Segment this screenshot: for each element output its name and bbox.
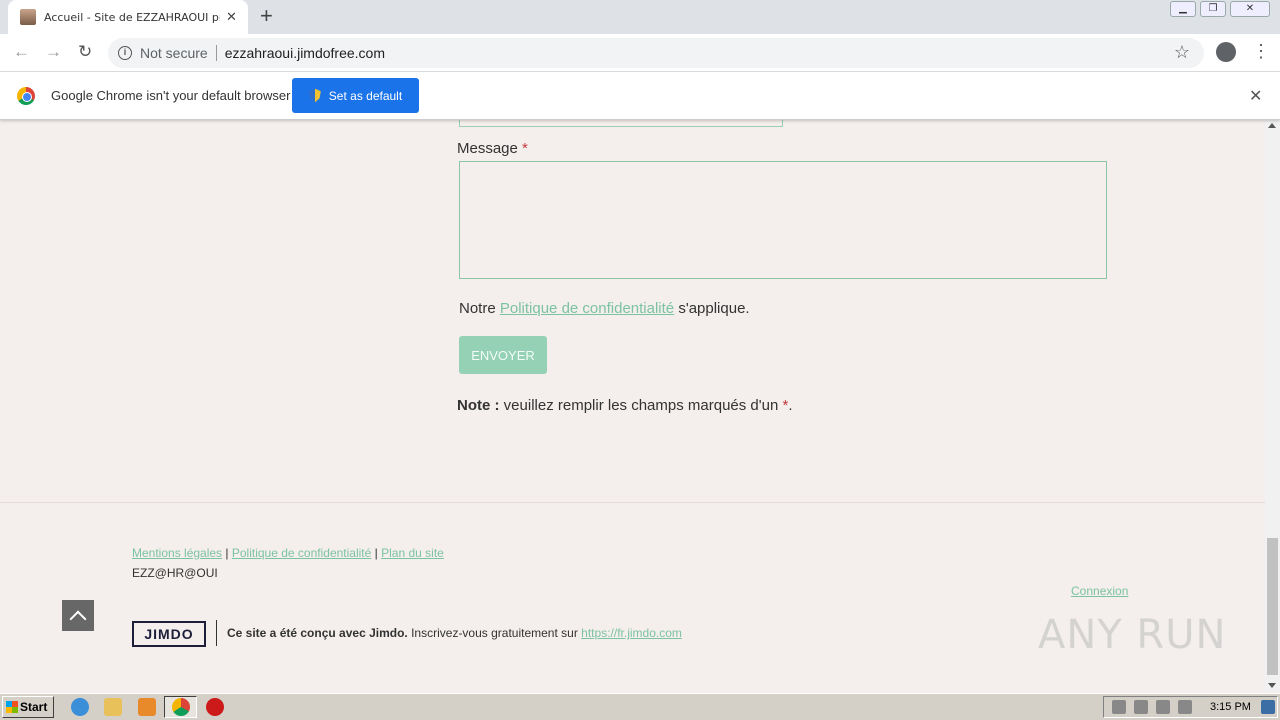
url-text[interactable]: ezzahraoui.jimdofree.com xyxy=(225,45,385,61)
volume-icon[interactable] xyxy=(1134,700,1148,714)
windows-taskbar: Start 3:15 PM xyxy=(0,693,1280,720)
jimdo-separator xyxy=(216,620,217,646)
scroll-up-icon[interactable] xyxy=(1268,123,1276,128)
legal-notice-link[interactable]: Mentions légales xyxy=(132,546,222,560)
scroll-to-top-button[interactable] xyxy=(62,600,94,631)
footer-privacy-link[interactable]: Politique de confidentialité xyxy=(232,546,371,560)
privacy-notice: Notre Politique de confidentialité s'app… xyxy=(459,300,750,317)
infobar-message: Google Chrome isn't your default browser xyxy=(51,88,291,103)
previous-input-field[interactable] xyxy=(459,120,783,127)
chrome-icon xyxy=(172,698,190,716)
network-icon[interactable] xyxy=(1156,700,1170,714)
tray-arrow-icon[interactable] xyxy=(1112,700,1126,714)
shield-icon xyxy=(308,88,321,103)
footer-links: Mentions légales | Politique de confiden… xyxy=(132,546,444,560)
system-tray: 3:15 PM xyxy=(1103,696,1278,718)
vertical-scrollbar[interactable] xyxy=(1265,120,1280,691)
clock[interactable]: 3:15 PM xyxy=(1210,701,1251,713)
set-default-label: Set as default xyxy=(328,88,403,103)
forward-icon[interactable]: → xyxy=(45,42,62,62)
favicon-icon xyxy=(20,9,36,25)
required-mark: * xyxy=(522,140,528,157)
anyrun-watermark: ANY RUN xyxy=(1038,612,1227,658)
site-name: EZZ@HR@OUI xyxy=(132,566,218,580)
tab-close-icon[interactable]: ✕ xyxy=(226,9,237,25)
jimdo-logo[interactable]: JIMDO xyxy=(132,621,206,647)
jimdo-link[interactable]: https://fr.jimdo.com xyxy=(581,626,682,640)
jimdo-credit: Ce site a été conçu avec Jimdo. Inscrive… xyxy=(227,626,682,640)
set-default-button[interactable]: Set as default xyxy=(292,78,419,113)
window-close-button[interactable]: ✕ xyxy=(1230,1,1270,17)
media-player-icon[interactable] xyxy=(138,698,156,716)
profile-icon[interactable] xyxy=(1216,42,1236,62)
show-desktop-icon[interactable] xyxy=(1260,700,1275,714)
address-bar[interactable]: i Not secure ezzahraoui.jimdofree.com ☆ xyxy=(108,38,1204,68)
infobar-close-icon[interactable]: ✕ xyxy=(1249,86,1262,106)
page-content: Message * Notre Politique de confidentia… xyxy=(0,120,1265,691)
privacy-policy-link[interactable]: Politique de confidentialité xyxy=(500,300,674,317)
login-link[interactable]: Connexion xyxy=(1071,584,1128,598)
tab-strip: Accueil - Site de EZZAHRAOUI prof d ✕ + … xyxy=(0,0,1280,34)
windows-logo-icon xyxy=(6,701,18,713)
tab-title: Accueil - Site de EZZAHRAOUI prof d xyxy=(44,10,220,24)
flag-icon[interactable] xyxy=(1178,700,1192,714)
taskbar-chrome-button[interactable] xyxy=(164,696,197,718)
bookmark-star-icon[interactable]: ☆ xyxy=(1174,42,1190,63)
message-textarea[interactable] xyxy=(459,161,1107,279)
folder-icon[interactable] xyxy=(104,698,122,716)
restore-button[interactable]: ❐ xyxy=(1200,1,1226,17)
menu-icon[interactable]: ⋮ xyxy=(1252,41,1270,62)
default-browser-infobar: Google Chrome isn't your default browser… xyxy=(0,72,1280,120)
minimize-button[interactable]: ▁ xyxy=(1170,1,1196,17)
browser-toolbar: ← → ↻ i Not secure ezzahraoui.jimdofree.… xyxy=(0,34,1280,72)
required-note: Note : veuillez remplir les champs marqu… xyxy=(457,397,793,414)
omnibox-separator xyxy=(215,45,217,61)
chrome-logo-icon xyxy=(17,87,35,105)
new-tab-icon[interactable]: + xyxy=(260,5,273,27)
browser-tab[interactable]: Accueil - Site de EZZAHRAOUI prof d ✕ xyxy=(8,0,248,34)
ie-icon[interactable] xyxy=(71,698,89,716)
scrollbar-thumb[interactable] xyxy=(1267,538,1278,675)
footer-divider xyxy=(0,502,1265,503)
message-label: Message * xyxy=(457,140,528,157)
back-icon[interactable]: ← xyxy=(13,42,30,62)
scroll-down-icon[interactable] xyxy=(1268,683,1276,688)
security-label: Not secure xyxy=(140,45,208,61)
info-icon[interactable]: i xyxy=(118,46,132,60)
window-controls: ▁ ❐ ✕ xyxy=(1170,1,1270,17)
chevron-up-icon xyxy=(69,610,87,627)
send-button[interactable]: ENVOYER xyxy=(459,336,547,374)
reload-icon[interactable]: ↻ xyxy=(78,42,92,62)
alert-icon[interactable] xyxy=(206,698,224,716)
start-button[interactable]: Start xyxy=(2,696,54,718)
sitemap-link[interactable]: Plan du site xyxy=(381,546,444,560)
